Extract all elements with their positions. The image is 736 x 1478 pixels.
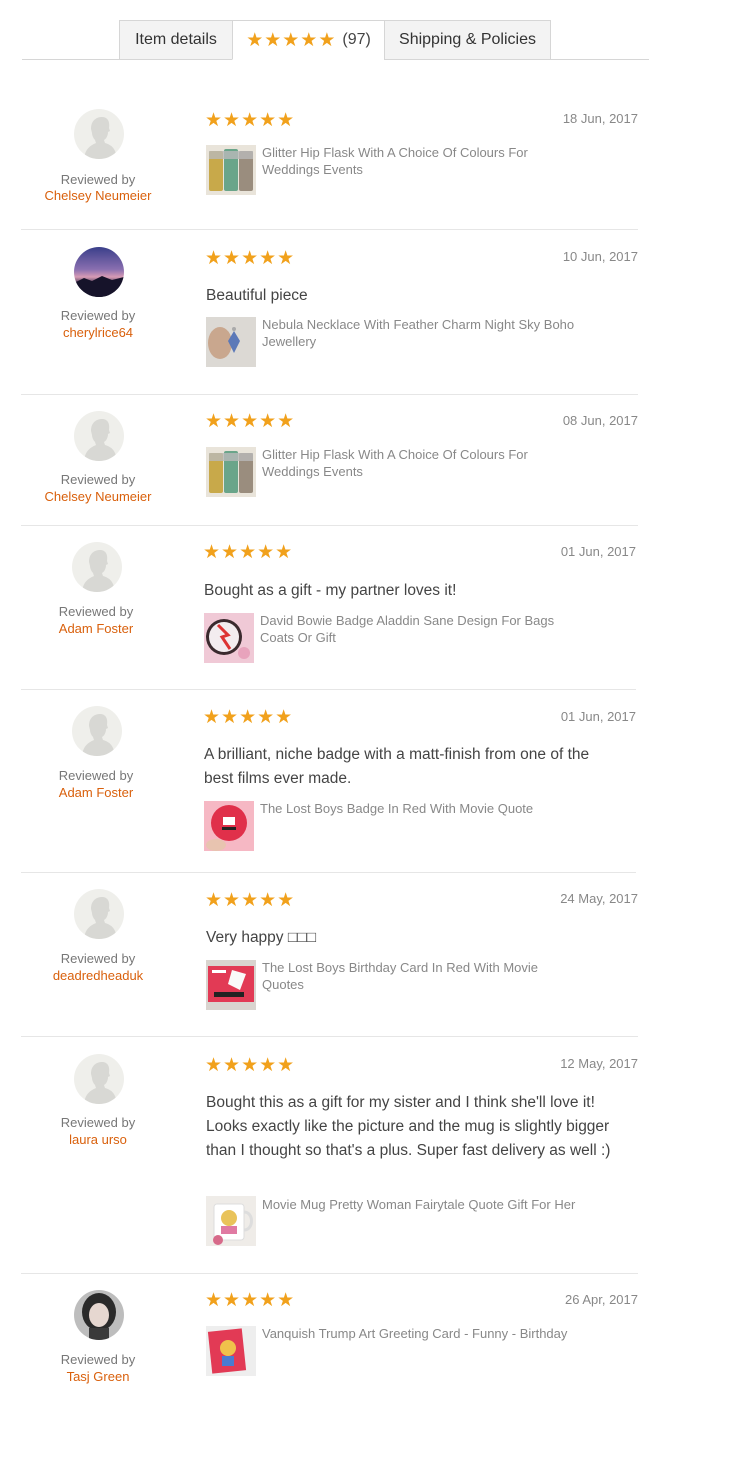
tab-reviews[interactable]: ★★★★★ (97): [232, 20, 385, 60]
item-thumbnail[interactable]: [206, 960, 256, 1010]
review-date: 24 May, 2017: [560, 891, 638, 906]
item-thumbnail[interactable]: [204, 801, 254, 851]
listing-tabs: Item details ★★★★★ (97) Shipping & Polic…: [22, 20, 649, 60]
reviewer-name-link[interactable]: Adam Foster: [21, 785, 171, 800]
review-item: Reviewed by Adam Foster ★★★★★ 01 Jun, 20…: [21, 526, 636, 690]
tab-shipping-label: Shipping & Policies: [399, 31, 536, 48]
item-thumbnail[interactable]: [206, 1326, 256, 1376]
item-title-link[interactable]: Nebula Necklace With Feather Charm Night…: [262, 316, 582, 350]
reviewer-avatar[interactable]: [74, 889, 124, 939]
review-text: Bought this as a gift for my sister and …: [206, 1094, 611, 1159]
review-item: Reviewed by Chelsey Neumeier ★★★★★ 18 Ju…: [21, 90, 638, 230]
mug-image: [206, 1196, 256, 1246]
item-thumbnail[interactable]: [204, 613, 254, 663]
reviewer-name-link[interactable]: Chelsey Neumeier: [23, 489, 173, 504]
tab-reviews-stars: ★★★★★: [246, 29, 337, 51]
reviewer-avatar[interactable]: [72, 706, 122, 756]
item-title-link[interactable]: Glitter Hip Flask With A Choice Of Colou…: [262, 446, 582, 480]
review-item: Reviewed by Tasj Green ★★★★★ 26 Apr, 201…: [21, 1274, 638, 1404]
reviewer-name-link[interactable]: Chelsey Neumeier: [23, 188, 173, 203]
review-item: Reviewed by laura urso ★★★★★ 12 May, 201…: [21, 1037, 638, 1274]
rating-stars: ★★★★★: [203, 542, 294, 563]
item-title-link[interactable]: The Lost Boys Badge In Red With Movie Qu…: [260, 800, 580, 817]
review-item: Reviewed by cherylrice64 ★★★★★ 10 Jun, 2…: [21, 230, 638, 395]
tab-item-details-label: Item details: [135, 31, 217, 48]
item-thumbnail[interactable]: [206, 447, 256, 497]
review-date: 26 Apr, 2017: [564, 1292, 638, 1307]
item-thumbnail[interactable]: [206, 145, 256, 195]
rating-stars: ★★★★★: [203, 707, 294, 728]
item-thumbnail[interactable]: [206, 1196, 256, 1246]
reviewer-name-link[interactable]: cherylrice64: [23, 325, 173, 340]
tab-shipping-policies[interactable]: Shipping & Policies: [384, 20, 551, 60]
review-text: Beautiful piece: [206, 287, 308, 304]
review-text: A brilliant, niche badge with a matt-fin…: [204, 746, 590, 787]
reviewer-name-link[interactable]: Adam Foster: [21, 621, 171, 636]
item-title-link[interactable]: Vanquish Trump Art Greeting Card - Funny…: [262, 1325, 582, 1342]
review-item: Reviewed by Chelsey Neumeier ★★★★★ 08 Ju…: [21, 395, 638, 526]
necklace-image: [206, 317, 256, 367]
rating-stars: ★★★★★: [205, 890, 296, 911]
greeting-card-image: [206, 1326, 256, 1376]
reviewed-by-label: Reviewed by: [60, 172, 136, 187]
hip-flask-image: [206, 447, 256, 497]
item-title-link[interactable]: The Lost Boys Birthday Card In Red With …: [262, 959, 582, 993]
rating-stars: ★★★★★: [205, 411, 296, 432]
red-badge-image: [204, 801, 254, 851]
tab-reviews-count: (97): [342, 31, 371, 48]
rating-stars: ★★★★★: [205, 110, 296, 131]
birthday-card-image: [206, 960, 256, 1010]
hip-flask-image: [206, 145, 256, 195]
rating-stars: ★★★★★: [205, 1055, 296, 1076]
reviewed-by-label: Reviewed by: [60, 951, 136, 966]
reviewer-name-link[interactable]: laura urso: [23, 1132, 173, 1147]
reviewer-avatar[interactable]: [74, 247, 124, 297]
tab-item-details[interactable]: Item details: [119, 20, 233, 60]
review-text: Bought as a gift - my partner loves it!: [204, 582, 457, 599]
review-date: 10 Jun, 2017: [562, 249, 638, 264]
reviewer-name-link[interactable]: Tasj Green: [23, 1369, 173, 1384]
reviewer-avatar[interactable]: [72, 542, 122, 592]
review-date: 01 Jun, 2017: [560, 544, 636, 559]
review-text: Very happy □□□: [206, 929, 316, 946]
item-title-link[interactable]: David Bowie Badge Aladdin Sane Design Fo…: [260, 612, 580, 646]
portrait-photo: [74, 1290, 124, 1340]
reviewed-by-label: Reviewed by: [60, 308, 136, 323]
reviewed-by-label: Reviewed by: [58, 604, 134, 619]
reviewer-avatar[interactable]: [74, 1290, 124, 1340]
item-title-link[interactable]: Movie Mug Pretty Woman Fairytale Quote G…: [262, 1196, 582, 1213]
reviewer-name-link[interactable]: deadredheaduk: [23, 968, 173, 983]
review-date: 12 May, 2017: [560, 1056, 638, 1071]
review-date: 01 Jun, 2017: [560, 709, 636, 724]
reviewed-by-label: Reviewed by: [60, 472, 136, 487]
reviewed-by-label: Reviewed by: [58, 768, 134, 783]
reviewer-avatar[interactable]: [74, 109, 124, 159]
bowie-badge-image: [204, 613, 254, 663]
review-date: 18 Jun, 2017: [562, 111, 638, 126]
review-item: Reviewed by Adam Foster ★★★★★ 01 Jun, 20…: [21, 690, 636, 873]
review-date: 08 Jun, 2017: [562, 413, 638, 428]
reviewed-by-label: Reviewed by: [60, 1115, 136, 1130]
night-sky-photo: [74, 247, 124, 297]
item-thumbnail[interactable]: [206, 317, 256, 367]
reviewer-avatar[interactable]: [74, 1054, 124, 1104]
review-item: Reviewed by deadredheaduk ★★★★★ 24 May, …: [21, 873, 638, 1037]
rating-stars: ★★★★★: [205, 248, 296, 269]
item-title-link[interactable]: Glitter Hip Flask With A Choice Of Colou…: [262, 144, 582, 178]
reviewed-by-label: Reviewed by: [60, 1352, 136, 1367]
rating-stars: ★★★★★: [205, 1290, 296, 1311]
reviewer-avatar[interactable]: [74, 411, 124, 461]
